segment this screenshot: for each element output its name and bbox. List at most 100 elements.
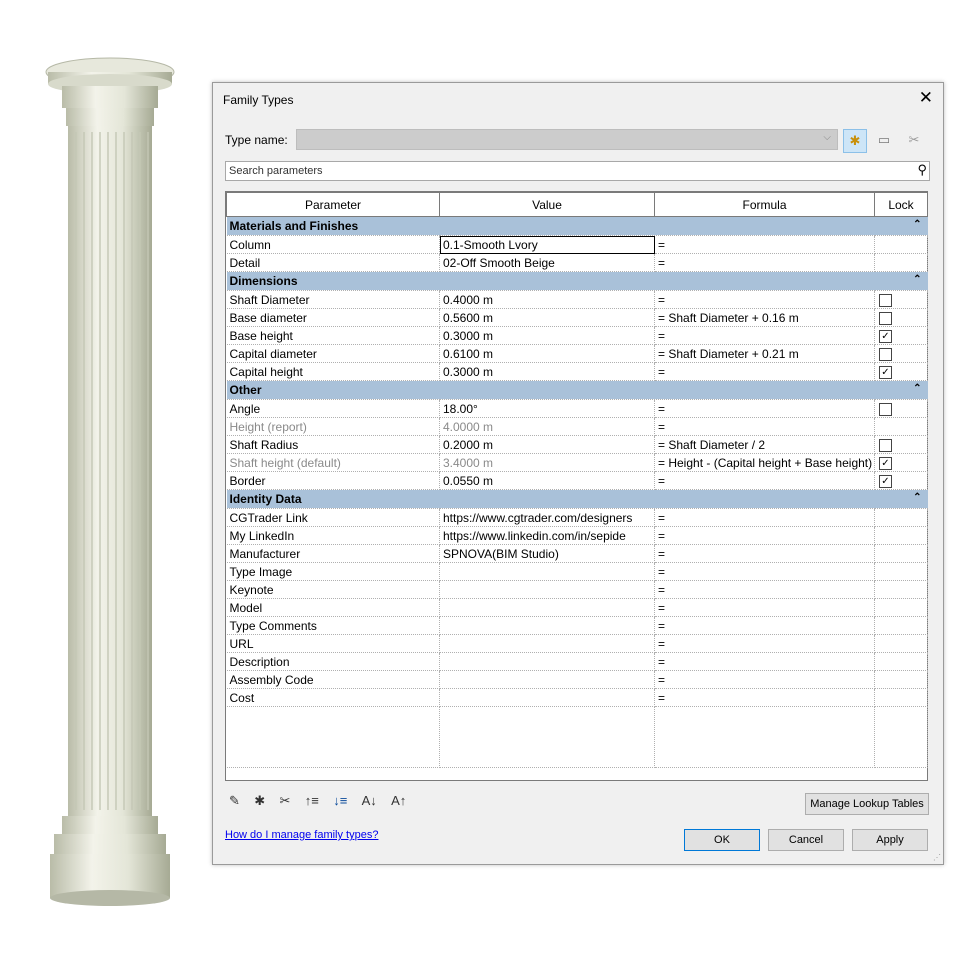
ok-button[interactable]: OK (684, 829, 760, 851)
close-icon[interactable]: ✕ (919, 88, 933, 108)
parameter-value[interactable]: 0.5600 m (439, 308, 655, 327)
parameter-formula[interactable]: = (654, 362, 875, 381)
group-header-row[interactable]: Dimensions ⌃ (226, 271, 928, 291)
new-type-icon[interactable]: ✱ (843, 129, 867, 153)
table-row[interactable]: Capital diameter 0.6100 m = Shaft Diameter… (226, 344, 928, 363)
group-header-row[interactable]: Other ⌃ (226, 380, 928, 400)
lock-checkbox[interactable] (879, 293, 892, 307)
table-row[interactable]: Shaft Radius 0.2000 m = Shaft Diameter / 2 (226, 435, 928, 454)
parameter-value[interactable] (439, 634, 655, 653)
table-row[interactable]: My LinkedIn https://www.linkedin.com/in/s… (226, 526, 928, 545)
delete-type-icon[interactable]: ✂ (903, 129, 925, 151)
parameter-value[interactable]: SPNOVA(BIM Studio) (439, 544, 655, 563)
table-row[interactable]: Detail 02-Off Smooth Beige = (226, 253, 928, 272)
sort-descending-icon[interactable]: A↑ (391, 793, 406, 808)
lock-checkbox-checked[interactable]: ✓ (879, 474, 892, 488)
group-header-row[interactable]: Identity Data ⌃ (226, 489, 928, 509)
parameter-formula[interactable]: = Shaft Diameter + 0.16 m (654, 308, 875, 327)
delete-parameter-icon[interactable]: ✂ (280, 793, 291, 809)
group-header[interactable]: Materials and Finishes ⌃ (226, 216, 928, 236)
table-row[interactable]: CGTrader Link https://www.cgtrader.com/de… (226, 508, 928, 527)
parameter-value[interactable]: https://www.linkedin.com/in/sepide (439, 526, 655, 545)
move-down-icon[interactable]: ↓≡ (333, 793, 347, 808)
group-header[interactable]: Other ⌃ (226, 380, 928, 400)
table-row[interactable]: Base diameter 0.5600 m = Shaft Diameter + … (226, 308, 928, 327)
parameter-value[interactable] (439, 562, 655, 581)
parameter-value[interactable]: 3.4000 m (439, 453, 655, 472)
table-row[interactable]: Column 0.1-Smooth Lvory = (226, 235, 928, 254)
parameter-formula[interactable]: = (654, 399, 875, 418)
parameter-value[interactable]: 0.2000 m (439, 435, 655, 454)
parameter-value[interactable] (439, 580, 655, 599)
edit-parameter-icon[interactable]: ✎ (229, 793, 240, 809)
parameter-formula[interactable]: = (654, 562, 875, 581)
lock-checkbox[interactable] (879, 438, 892, 452)
group-header[interactable]: Dimensions ⌃ (226, 271, 928, 291)
rename-type-icon[interactable]: ▭ (873, 129, 895, 151)
parameter-value[interactable]: 0.6100 m (439, 344, 655, 363)
parameter-formula[interactable]: = (654, 598, 875, 617)
collapse-icon[interactable]: ⌃ (913, 219, 921, 230)
lock-checkbox[interactable] (879, 402, 892, 416)
parameter-formula[interactable]: = (654, 326, 875, 345)
table-row[interactable]: Description = (226, 652, 928, 671)
parameter-formula[interactable]: = Shaft Diameter / 2 (654, 435, 875, 454)
lock-checkbox[interactable] (879, 347, 892, 361)
apply-button[interactable]: Apply (852, 829, 928, 851)
parameter-value[interactable]: 0.0550 m (439, 471, 655, 490)
table-row[interactable]: Base height 0.3000 m = ✓ (226, 326, 928, 345)
parameter-value[interactable]: 0.3000 m (439, 326, 655, 345)
resize-grip-icon[interactable]: ⋰ (933, 853, 941, 862)
new-parameter-icon[interactable]: ✱ (254, 793, 265, 809)
table-row[interactable]: Type Image = (226, 562, 928, 581)
parameter-formula[interactable]: = (654, 634, 875, 653)
table-row[interactable]: Angle 18.00° = (226, 399, 928, 418)
parameter-formula[interactable]: = (654, 580, 875, 599)
sort-ascending-icon[interactable]: A↓ (362, 793, 377, 808)
parameter-formula[interactable]: = (654, 688, 875, 707)
parameter-formula[interactable]: = (654, 290, 875, 309)
search-input[interactable] (226, 162, 912, 180)
parameter-formula[interactable]: = Shaft Diameter + 0.21 m (654, 344, 875, 363)
parameter-value[interactable]: https://www.cgtrader.com/designers (439, 508, 655, 527)
move-up-icon[interactable]: ↑≡ (305, 793, 319, 808)
table-row[interactable]: Model = (226, 598, 928, 617)
collapse-icon[interactable]: ⌃ (913, 383, 921, 394)
group-header[interactable]: Identity Data ⌃ (226, 489, 928, 509)
parameter-value[interactable] (439, 616, 655, 635)
manage-lookup-tables-button[interactable]: Manage Lookup Tables (805, 793, 929, 815)
parameter-formula[interactable]: = Height - (Capital height + Base height… (654, 453, 875, 472)
lock-checkbox-checked[interactable]: ✓ (879, 365, 892, 379)
type-name-select[interactable]: ⌵ (296, 129, 838, 150)
parameter-value[interactable] (439, 688, 655, 707)
table-row[interactable]: URL = (226, 634, 928, 653)
table-row[interactable]: Keynote = (226, 580, 928, 599)
lock-checkbox[interactable] (879, 311, 892, 325)
parameter-value[interactable] (439, 598, 655, 617)
parameter-formula[interactable]: = (654, 670, 875, 689)
collapse-icon[interactable]: ⌃ (913, 492, 921, 503)
table-row[interactable]: Cost = (226, 688, 928, 707)
lock-checkbox-checked[interactable]: ✓ (879, 456, 892, 470)
parameter-value[interactable]: 18.00° (439, 399, 655, 418)
table-row[interactable]: Type Comments = (226, 616, 928, 635)
column-header-parameter[interactable]: Parameter (226, 192, 440, 217)
table-row[interactable]: Shaft Diameter 0.4000 m = (226, 290, 928, 309)
table-row[interactable]: Manufacturer SPNOVA(BIM Studio) = (226, 544, 928, 563)
parameter-value[interactable] (439, 652, 655, 671)
parameter-value[interactable]: 4.0000 m (439, 417, 655, 436)
lock-checkbox-checked[interactable]: ✓ (879, 329, 892, 343)
column-header-value[interactable]: Value (439, 192, 655, 217)
help-link[interactable]: How do I manage family types? (225, 829, 378, 841)
table-row[interactable]: Height (report) 4.0000 m = (226, 417, 928, 436)
parameter-formula[interactable]: = (654, 417, 875, 436)
parameter-formula[interactable]: = (654, 508, 875, 527)
parameter-formula[interactable]: = (654, 616, 875, 635)
search-icon[interactable]: ⚲ (917, 162, 927, 178)
table-row[interactable]: Shaft height (default) 3.4000 m = Height -… (226, 453, 928, 472)
parameter-formula[interactable]: = (654, 471, 875, 490)
table-row[interactable]: Assembly Code = (226, 670, 928, 689)
parameter-value[interactable] (439, 670, 655, 689)
parameter-value[interactable]: 02-Off Smooth Beige (439, 253, 655, 272)
cancel-button[interactable]: Cancel (768, 829, 844, 851)
